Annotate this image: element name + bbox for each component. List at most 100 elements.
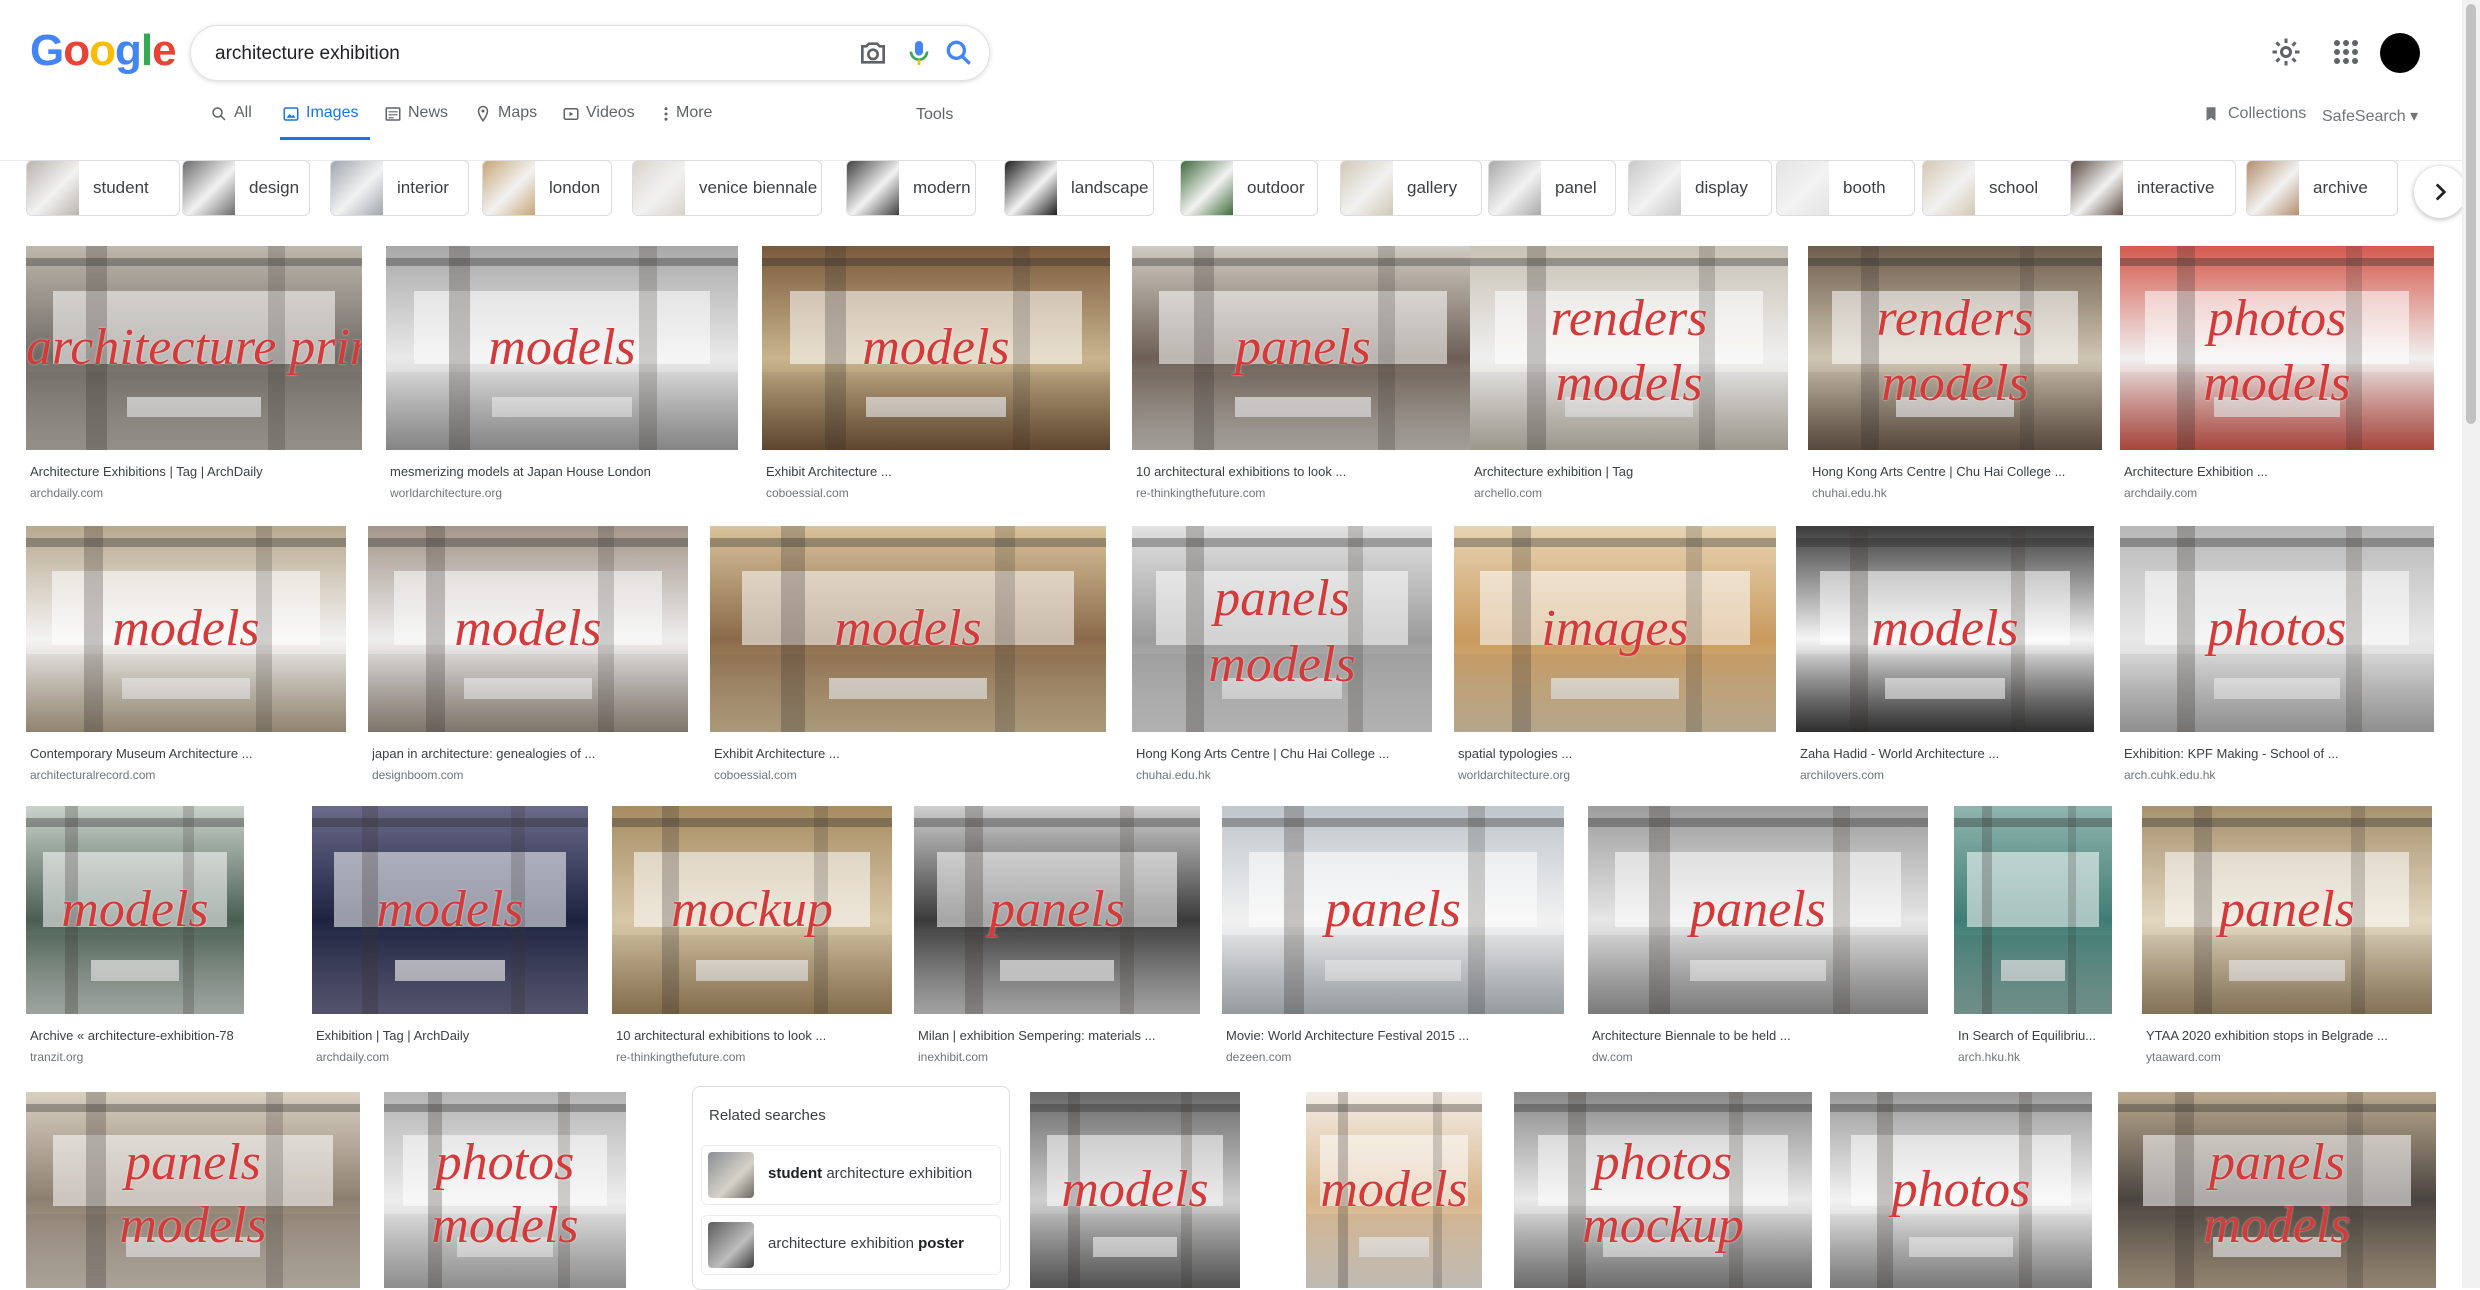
chip-label: student — [93, 178, 149, 197]
result-thumbnail[interactable]: models — [368, 526, 688, 732]
related-search-item[interactable]: architecture exhibition poster — [701, 1215, 1001, 1275]
result-title[interactable]: In Search of Equilibriu... — [1958, 1028, 2108, 1043]
related-thumbnail — [708, 1222, 754, 1268]
chip-modern[interactable]: modern — [846, 160, 976, 216]
search-icon[interactable] — [943, 37, 975, 69]
result-title[interactable]: Exhibition: KPF Making - School of ... — [2124, 746, 2430, 761]
overlay-label: photos — [2207, 600, 2347, 657]
result-title[interactable]: Architecture exhibition | Tag — [1474, 464, 1784, 479]
result-thumbnail[interactable]: mockup — [612, 806, 892, 1014]
gear-icon[interactable] — [2268, 34, 2304, 70]
chip-panel[interactable]: panel — [1488, 160, 1616, 216]
result-title[interactable]: japan in architecture: genealogies of ..… — [372, 746, 684, 761]
result-thumbnail[interactable]: renders models — [1470, 246, 1788, 450]
apps-grid-icon[interactable] — [2328, 34, 2364, 70]
result-title[interactable]: Contemporary Museum Architecture ... — [30, 746, 342, 761]
related-search-item[interactable]: student architecture exhibition — [701, 1145, 1001, 1205]
chip-landscape[interactable]: landscape — [1004, 160, 1154, 216]
tab-more[interactable]: More — [662, 104, 712, 156]
result-title[interactable]: Architecture Biennale to be held ... — [1592, 1028, 1924, 1043]
mic-icon[interactable] — [903, 37, 935, 69]
collections-button[interactable]: Collections — [2202, 105, 2306, 123]
tab-videos[interactable]: Videos — [562, 104, 635, 156]
result-thumbnail[interactable] — [1954, 806, 2112, 1014]
chip-booth[interactable]: booth — [1776, 160, 1915, 216]
chip-thumbnail — [331, 161, 383, 215]
tab-all[interactable]: All — [210, 104, 252, 156]
chip-archive[interactable]: archive — [2246, 160, 2398, 216]
chip-gallery[interactable]: gallery — [1340, 160, 1482, 216]
avatar[interactable] — [2380, 33, 2420, 73]
result-title[interactable]: YTAA 2020 exhibition stops in Belgrade .… — [2146, 1028, 2428, 1043]
google-logo[interactable]: Google — [30, 26, 177, 76]
tab-news[interactable]: News — [384, 104, 448, 156]
result-title[interactable]: Zaha Hadid - World Architecture ... — [1800, 746, 2090, 761]
result-thumbnail[interactable]: panels — [914, 806, 1200, 1014]
overlay-label: photos — [435, 1134, 575, 1191]
result-title[interactable]: Hong Kong Arts Centre | Chu Hai College … — [1136, 746, 1428, 761]
chip-display[interactable]: display — [1628, 160, 1772, 216]
result-title[interactable]: 10 architectural exhibitions to look ... — [616, 1028, 888, 1043]
result-thumbnail[interactable]: panels — [1132, 246, 1474, 450]
chip-student[interactable]: student — [26, 160, 180, 216]
search-box[interactable] — [190, 25, 990, 81]
result-thumbnail[interactable]: models — [26, 526, 346, 732]
chip-london[interactable]: london — [482, 160, 612, 216]
result-title[interactable]: mesmerizing models at Japan House London — [390, 464, 734, 479]
chip-venice-biennale[interactable]: venice biennale — [632, 160, 822, 216]
result-thumbnail[interactable]: photos models — [2120, 246, 2434, 450]
result-title[interactable]: Archive « architecture-exhibition-78 — [30, 1028, 240, 1043]
result-title[interactable]: Movie: World Architecture Festival 2015 … — [1226, 1028, 1560, 1043]
overlay-label: models — [431, 1197, 579, 1254]
result-title[interactable]: Exhibition | Tag | ArchDaily — [316, 1028, 584, 1043]
safesearch-button[interactable]: SafeSearch ▾ — [2322, 106, 2418, 126]
result-thumbnail[interactable]: models — [1796, 526, 2094, 732]
result-title[interactable]: Hong Kong Arts Centre | Chu Hai College … — [1812, 464, 2098, 479]
chip-outdoor[interactable]: outdoor — [1180, 160, 1318, 216]
result-thumbnail[interactable]: photos — [1830, 1092, 2092, 1288]
result-thumbnail[interactable]: renders models — [1808, 246, 2102, 450]
result-thumbnail[interactable]: models — [1306, 1092, 1482, 1288]
result-thumbnail[interactable]: photos — [2120, 526, 2434, 732]
scrollbar-thumb[interactable] — [2466, 4, 2476, 424]
result-title[interactable]: Exhibit Architecture ... — [766, 464, 1106, 479]
result-title[interactable]: 10 architectural exhibitions to look ... — [1136, 464, 1470, 479]
chip-interactive[interactable]: interactive — [2070, 160, 2236, 216]
result-source: worldarchitecture.org — [1458, 768, 1571, 782]
photo-detail — [1030, 1213, 1240, 1288]
result-thumbnail[interactable]: panels — [1222, 806, 1564, 1014]
result-thumbnail[interactable]: models — [710, 526, 1106, 732]
result-title[interactable]: Architecture Exhibition ... — [2124, 464, 2430, 479]
result-thumbnail[interactable]: images — [1454, 526, 1776, 732]
chips-next-button[interactable] — [2414, 166, 2466, 218]
related-searches-title: Related searches — [709, 1107, 826, 1124]
result-thumbnail[interactable]: panels models — [2118, 1092, 2436, 1288]
result-thumbnail[interactable]: panels models — [26, 1092, 360, 1288]
tab-label: All — [234, 104, 252, 121]
chip-school[interactable]: school — [1922, 160, 2072, 216]
search-input[interactable] — [213, 36, 817, 72]
photo-detail — [914, 934, 1200, 1014]
chip-thumbnail — [183, 161, 235, 215]
chip-design[interactable]: design — [182, 160, 310, 216]
result-title[interactable]: spatial typologies ... — [1458, 746, 1772, 761]
tools-button[interactable]: Tools — [916, 106, 953, 124]
result-thumbnail[interactable]: photos mockup — [1514, 1092, 1812, 1288]
tab-images[interactable]: Images — [282, 104, 358, 156]
result-thumbnail[interactable]: models — [1030, 1092, 1240, 1288]
tab-maps[interactable]: Maps — [474, 104, 537, 156]
result-thumbnail[interactable]: models — [26, 806, 244, 1014]
result-title[interactable]: Architecture Exhibitions | Tag | ArchDai… — [30, 464, 358, 479]
result-title[interactable]: Milan | exhibition Sempering: materials … — [918, 1028, 1196, 1043]
camera-icon[interactable] — [857, 37, 889, 69]
chip-interior[interactable]: interior — [330, 160, 469, 216]
result-thumbnail[interactable]: panels — [2142, 806, 2432, 1014]
result-thumbnail[interactable]: panels — [1588, 806, 1928, 1014]
result-thumbnail[interactable]: models — [312, 806, 588, 1014]
result-thumbnail[interactable]: models — [386, 246, 738, 450]
result-thumbnail[interactable]: photos models — [384, 1092, 626, 1288]
result-thumbnail[interactable]: architecture prints — [26, 246, 362, 450]
result-thumbnail[interactable]: panels models — [1132, 526, 1432, 732]
result-title[interactable]: Exhibit Architecture ... — [714, 746, 1102, 761]
result-thumbnail[interactable]: models — [762, 246, 1110, 450]
